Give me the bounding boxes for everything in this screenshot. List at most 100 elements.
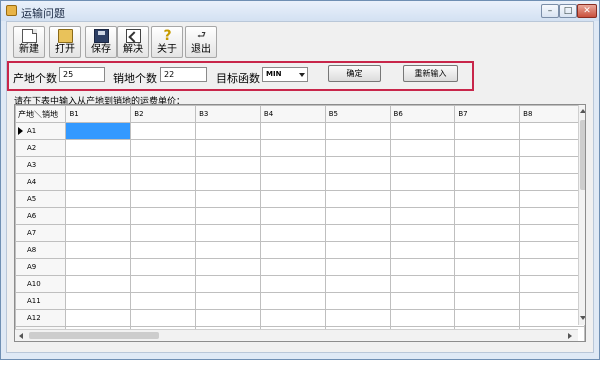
grid-cell[interactable] <box>130 241 197 259</box>
column-header-b2[interactable]: B2 <box>130 105 197 123</box>
grid-cell[interactable] <box>519 139 585 157</box>
grid-cell[interactable] <box>454 224 521 242</box>
grid-cell[interactable] <box>130 207 197 225</box>
grid-cell[interactable] <box>259 224 326 242</box>
grid-cell[interactable] <box>65 224 132 242</box>
row-header-a8[interactable]: A8 <box>15 241 67 259</box>
row-header-a1[interactable]: A1 <box>15 122 67 140</box>
destinations-count-input[interactable]: 22 <box>160 67 207 82</box>
about-button[interactable]: ? 关于 <box>151 26 183 58</box>
grid-cell[interactable] <box>65 258 132 276</box>
grid-cell[interactable] <box>324 224 391 242</box>
horizontal-scrollbar[interactable] <box>15 329 578 341</box>
grid-cell[interactable] <box>130 309 197 327</box>
row-header-a6[interactable]: A6 <box>15 207 67 225</box>
grid-cell[interactable] <box>259 241 326 259</box>
grid-cell[interactable] <box>65 190 132 208</box>
open-button[interactable]: 打开 <box>49 26 81 58</box>
grid-cell[interactable] <box>259 292 326 310</box>
row-header-a12[interactable]: A12 <box>15 309 67 327</box>
solve-button[interactable]: 解决 <box>117 26 149 58</box>
scroll-up-icon[interactable] <box>580 109 585 113</box>
grid-cell[interactable] <box>259 139 326 157</box>
grid-cell[interactable] <box>519 207 585 225</box>
grid-cell[interactable] <box>389 258 456 276</box>
maximize-button[interactable]: □ <box>559 4 577 18</box>
minimize-button[interactable]: – <box>541 4 559 18</box>
grid-cell[interactable] <box>389 173 456 191</box>
row-header-a4[interactable]: A4 <box>15 173 67 191</box>
grid-cell[interactable] <box>389 241 456 259</box>
grid-cell[interactable] <box>195 139 261 157</box>
confirm-button[interactable]: 确定 <box>328 65 381 82</box>
grid-cell[interactable] <box>195 122 261 140</box>
grid-cell[interactable] <box>195 241 261 259</box>
grid-cell[interactable] <box>519 241 585 259</box>
grid-cell[interactable] <box>454 173 521 191</box>
grid-cell[interactable] <box>389 156 456 174</box>
save-button[interactable]: 保存 <box>85 26 117 58</box>
grid-cell[interactable] <box>389 292 456 310</box>
grid-cell[interactable] <box>195 292 261 310</box>
grid-cell[interactable] <box>65 173 132 191</box>
grid-cell[interactable] <box>324 309 391 327</box>
grid-cell[interactable] <box>519 292 585 310</box>
grid-cell[interactable] <box>195 207 261 225</box>
reenter-button[interactable]: 重新输入 <box>403 65 458 82</box>
grid-cell[interactable] <box>195 173 261 191</box>
horizontal-scroll-thumb[interactable] <box>29 332 159 339</box>
grid-cell[interactable] <box>519 190 585 208</box>
grid-cell[interactable] <box>389 275 456 293</box>
grid-cell[interactable] <box>519 275 585 293</box>
grid-cell[interactable] <box>454 122 521 140</box>
grid-cell[interactable] <box>130 258 197 276</box>
grid-cell[interactable] <box>324 139 391 157</box>
column-header-b8[interactable]: B8 <box>519 105 585 123</box>
row-header-a7[interactable]: A7 <box>15 224 67 242</box>
grid-cell[interactable] <box>130 139 197 157</box>
grid-cell[interactable] <box>389 309 456 327</box>
grid-cell[interactable] <box>130 122 197 140</box>
exit-button[interactable]: ⮐ 退出 <box>185 26 217 58</box>
grid-cell[interactable] <box>324 156 391 174</box>
grid-cell[interactable] <box>259 173 326 191</box>
grid-cell[interactable] <box>65 275 132 293</box>
row-header-a3[interactable]: A3 <box>15 156 67 174</box>
grid-cell[interactable] <box>519 156 585 174</box>
grid-cell[interactable] <box>454 139 521 157</box>
row-header-a10[interactable]: A10 <box>15 275 67 293</box>
row-header-a11[interactable]: A11 <box>15 292 67 310</box>
grid-cell[interactable] <box>454 309 521 327</box>
grid-cell[interactable] <box>65 207 132 225</box>
vertical-scrollbar[interactable] <box>578 105 585 325</box>
column-header-b5[interactable]: B5 <box>324 105 391 123</box>
column-header-b7[interactable]: B7 <box>454 105 521 123</box>
grid-cell[interactable] <box>259 156 326 174</box>
grid-cell[interactable] <box>454 207 521 225</box>
grid-cell[interactable] <box>389 224 456 242</box>
grid-cell[interactable] <box>130 275 197 293</box>
grid-cell[interactable] <box>324 207 391 225</box>
grid-cell[interactable] <box>195 190 261 208</box>
row-header-a5[interactable]: A5 <box>15 190 67 208</box>
grid-cell[interactable] <box>324 275 391 293</box>
grid-cell[interactable] <box>519 224 585 242</box>
grid-cell[interactable] <box>389 190 456 208</box>
grid-cell[interactable] <box>389 207 456 225</box>
grid-cell[interactable] <box>130 190 197 208</box>
grid-cell[interactable] <box>259 190 326 208</box>
grid-cell[interactable] <box>65 309 132 327</box>
grid-cell[interactable] <box>130 292 197 310</box>
grid-cell[interactable] <box>130 156 197 174</box>
grid-cell[interactable] <box>324 122 391 140</box>
column-header-b1[interactable]: B1 <box>65 105 132 123</box>
grid-cell[interactable] <box>389 122 456 140</box>
close-button[interactable]: ✕ <box>577 4 597 18</box>
grid-cell[interactable] <box>195 224 261 242</box>
grid-cell[interactable] <box>324 190 391 208</box>
grid-cell[interactable] <box>519 309 585 327</box>
grid-cell[interactable] <box>324 241 391 259</box>
grid-cell[interactable] <box>195 309 261 327</box>
grid-cell[interactable] <box>454 156 521 174</box>
grid-cell[interactable] <box>324 173 391 191</box>
